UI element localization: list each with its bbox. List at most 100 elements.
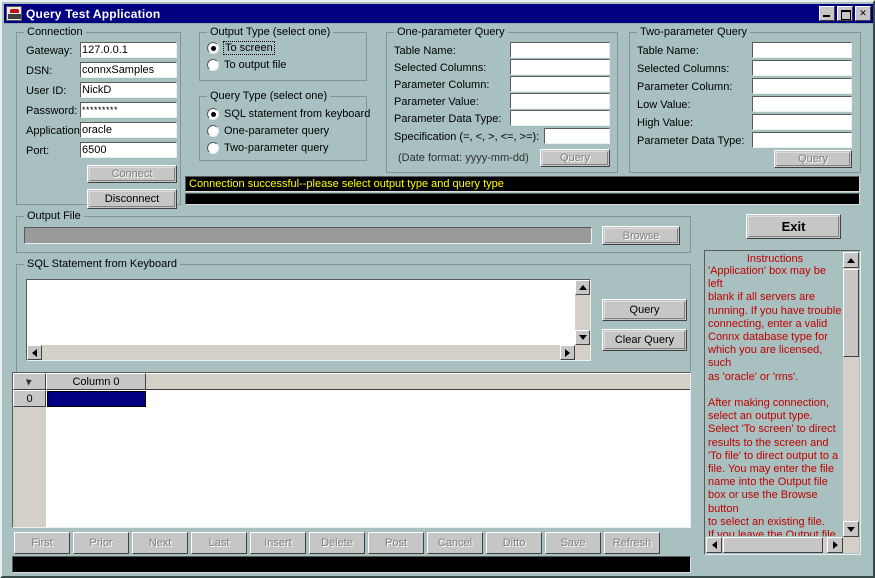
- op-parameter-data-type-input[interactable]: [510, 110, 610, 126]
- radio-to-screen-indicator: [207, 42, 219, 54]
- two-parameter-query-button[interactable]: Query: [774, 150, 852, 168]
- nav-first-button[interactable]: First: [14, 532, 70, 554]
- op-selected-columns-input[interactable]: [510, 59, 610, 75]
- instructions-vertical-scrollbar[interactable]: [843, 252, 859, 537]
- grid-header-filler: [146, 373, 690, 390]
- radio-sql-from-keyboard-indicator: [207, 108, 219, 120]
- grid-header-row: Column 0: [13, 373, 690, 390]
- instructions-horizontal-scrollbar[interactable]: [706, 537, 843, 553]
- nav-ditto-button[interactable]: Ditto: [486, 532, 542, 554]
- one-parameter-query-button[interactable]: Query: [540, 149, 610, 167]
- sql-scroll-up-button[interactable]: [575, 280, 590, 295]
- password-input[interactable]: *********: [80, 102, 177, 118]
- window-controls: ✕: [819, 6, 871, 21]
- sql-statement-value: [29, 282, 573, 343]
- op-specification-input[interactable]: [544, 128, 610, 144]
- password-label: Password:: [26, 105, 78, 117]
- close-button[interactable]: ✕: [855, 6, 871, 21]
- window-title: Query Test Application: [26, 6, 161, 21]
- sql-scroll-down-button[interactable]: [575, 330, 590, 345]
- nav-save-button[interactable]: Save: [545, 532, 601, 554]
- instructions-scroll-left-button[interactable]: [706, 537, 722, 553]
- op-date-format-hint: (Date format: yyyy-mm-dd): [398, 152, 529, 164]
- sql-statement-legend: SQL Statement from Keyboard: [24, 258, 180, 270]
- op-parameter-column-input[interactable]: [510, 76, 610, 92]
- connect-label: Connect: [111, 168, 153, 180]
- browse-button[interactable]: Browse: [602, 226, 680, 245]
- application-input[interactable]: oracle: [80, 122, 177, 138]
- tp-low-value-input[interactable]: [752, 96, 852, 112]
- radio-sql-from-keyboard[interactable]: SQL statement from keyboard: [207, 108, 370, 120]
- radio-one-parameter-query-indicator: [207, 125, 219, 137]
- dsn-input[interactable]: connxSamples: [80, 62, 177, 78]
- grid-row-header-0[interactable]: 0: [13, 390, 46, 407]
- tp-parameter-data-type-label: Parameter Data Type:: [637, 135, 745, 147]
- port-input[interactable]: 6500: [80, 142, 177, 158]
- application-window: Query Test Application ✕ Connection Gate…: [0, 0, 875, 578]
- instructions-text: 'Application' box may be left blank if a…: [708, 265, 842, 536]
- op-parameter-value-input[interactable]: [510, 93, 610, 109]
- maximize-button[interactable]: [837, 6, 853, 21]
- sql-statement-textarea[interactable]: [26, 279, 591, 361]
- radio-to-output-file[interactable]: To output file: [207, 59, 286, 71]
- sql-vertical-scrollbar[interactable]: [575, 280, 590, 345]
- minimize-button[interactable]: [819, 6, 835, 21]
- radio-to-screen[interactable]: To screen: [207, 41, 275, 55]
- userid-input[interactable]: NickD: [80, 82, 177, 98]
- tp-parameter-column-input[interactable]: [752, 78, 852, 94]
- tp-high-value-input[interactable]: [752, 114, 852, 130]
- disconnect-label: Disconnect: [104, 193, 160, 205]
- op-table-name-input[interactable]: [510, 42, 610, 58]
- clear-query-button[interactable]: Clear Query: [602, 329, 687, 351]
- instructions-scrollbar-corner: [843, 537, 859, 553]
- status-message-secondary: [185, 193, 860, 205]
- gateway-label: Gateway:: [26, 45, 73, 57]
- sql-scroll-left-button[interactable]: [27, 345, 42, 360]
- arrow-left-icon: [711, 541, 717, 549]
- op-parameter-value-label: Parameter Value:: [394, 96, 479, 108]
- instructions-scroll-up-button[interactable]: [843, 252, 859, 268]
- instructions-scroll-thumb[interactable]: [843, 269, 859, 357]
- instructions-scroll-right-button[interactable]: [827, 537, 843, 553]
- tp-table-name-input[interactable]: [752, 42, 852, 58]
- exit-button[interactable]: Exit: [746, 214, 841, 239]
- radio-to-output-file-indicator: [207, 59, 219, 71]
- nav-cancel-button[interactable]: Cancel: [427, 532, 483, 554]
- radio-two-parameter-query[interactable]: Two-parameter query: [207, 142, 329, 154]
- arrow-down-icon: [847, 526, 855, 532]
- browse-label: Browse: [622, 229, 660, 242]
- grid-column-header[interactable]: Column 0: [46, 373, 146, 390]
- sql-horizontal-scrollbar[interactable]: [27, 345, 575, 360]
- title-bar: Query Test Application ✕: [4, 4, 873, 23]
- op-specification-label: Specification (=, <, >, <=, >=):: [394, 131, 540, 143]
- nav-post-button[interactable]: Post: [368, 532, 424, 554]
- tp-low-value-label: Low Value:: [637, 99, 691, 111]
- arrow-down-icon: [578, 335, 587, 340]
- gateway-input[interactable]: 127.0.0.1: [80, 42, 177, 58]
- nav-refresh-button[interactable]: Refresh: [604, 532, 660, 554]
- op-parameter-column-label: Parameter Column:: [394, 79, 490, 91]
- nav-prior-button[interactable]: Prior: [73, 532, 129, 554]
- op-table-name-label: Table Name:: [394, 45, 456, 57]
- radio-one-parameter-query-label: One-parameter query: [224, 125, 330, 137]
- nav-insert-button[interactable]: Insert: [250, 532, 306, 554]
- nav-next-button[interactable]: Next: [132, 532, 188, 554]
- nav-delete-button[interactable]: Delete: [309, 532, 365, 554]
- instructions-scroll-down-button[interactable]: [843, 521, 859, 537]
- client-area: Connection Gateway: DSN: User ID: Passwo…: [4, 23, 873, 576]
- grid-selected-cell[interactable]: [47, 391, 146, 407]
- nav-last-button[interactable]: Last: [191, 532, 247, 554]
- tp-parameter-data-type-input[interactable]: [752, 132, 852, 148]
- disconnect-button[interactable]: Disconnect: [87, 189, 177, 209]
- sql-scroll-right-button[interactable]: [560, 345, 575, 360]
- instructions-hscroll-thumb[interactable]: [723, 537, 823, 553]
- tp-selected-columns-input[interactable]: [752, 60, 852, 76]
- window-frame: Query Test Application ✕ Connection Gate…: [0, 0, 875, 578]
- sql-query-button[interactable]: Query: [602, 299, 687, 321]
- dsn-label: DSN:: [26, 65, 53, 77]
- output-file-input[interactable]: [24, 227, 592, 244]
- grid-corner-cell[interactable]: [13, 373, 46, 390]
- result-grid[interactable]: Column 0 0: [12, 372, 691, 528]
- radio-one-parameter-query[interactable]: One-parameter query: [207, 125, 329, 137]
- connect-button[interactable]: Connect: [87, 165, 177, 183]
